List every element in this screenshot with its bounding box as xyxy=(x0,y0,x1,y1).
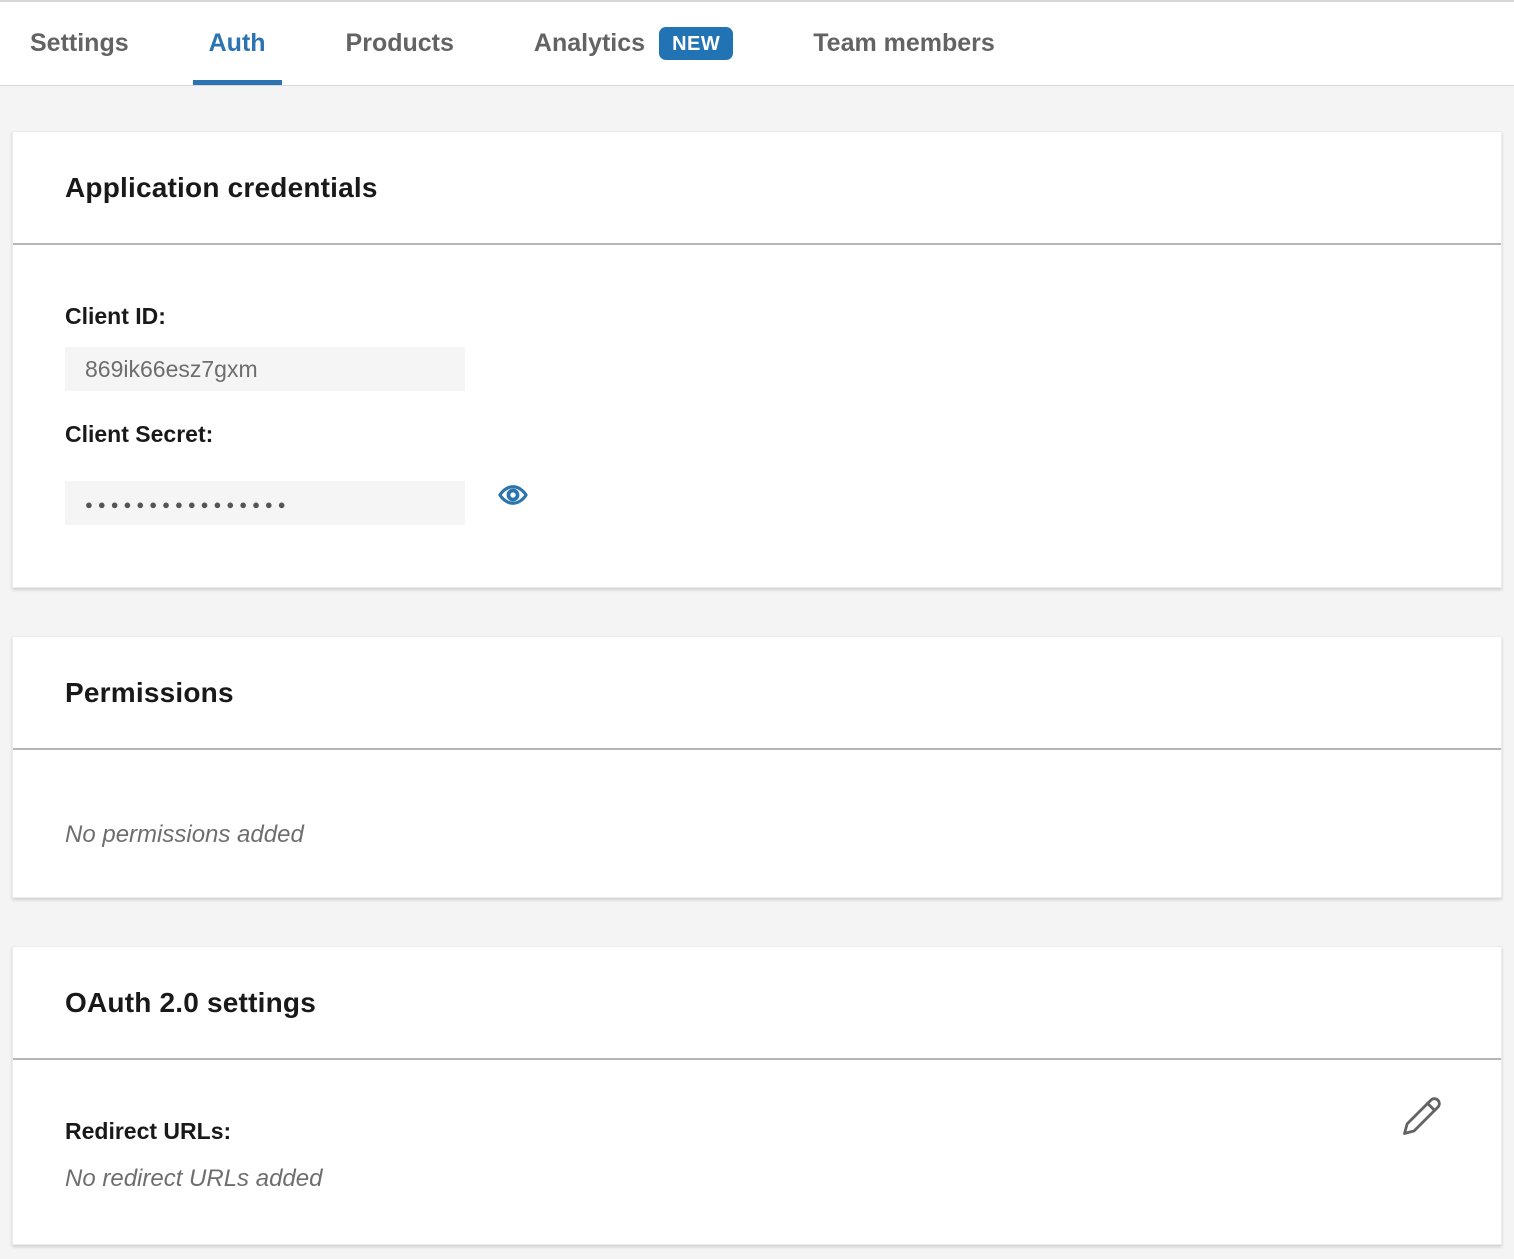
application-credentials-title: Application credentials xyxy=(65,172,378,204)
client-secret-row: ●●●●●●●●●●●●●●●● xyxy=(65,465,1449,525)
redirect-urls-empty-text: No redirect URLs added xyxy=(65,1164,1449,1194)
client-secret-field[interactable]: ●●●●●●●●●●●●●●●● xyxy=(65,481,465,525)
tab-settings-label: Settings xyxy=(30,29,129,58)
edit-redirect-urls-button[interactable] xyxy=(1401,1094,1443,1138)
tab-products[interactable]: Products xyxy=(346,2,454,85)
client-id-label: Client ID: xyxy=(65,301,1449,331)
main-content: Application credentials Client ID: 869ik… xyxy=(0,86,1514,1259)
tab-team-members-label: Team members xyxy=(813,29,995,58)
tab-products-label: Products xyxy=(346,29,454,58)
redirect-urls-label: Redirect URLs: xyxy=(65,1116,1449,1146)
oauth-settings-body: Redirect URLs: No redirect URLs added xyxy=(13,1060,1501,1244)
permissions-body: No permissions added xyxy=(13,750,1501,897)
tab-analytics-label: Analytics xyxy=(534,29,645,58)
permissions-header: Permissions xyxy=(13,637,1501,750)
client-secret-label: Client Secret: xyxy=(65,419,1449,449)
tab-bar: Settings Auth Products Analytics NEW Tea… xyxy=(0,0,1514,86)
tab-auth-label: Auth xyxy=(209,29,266,58)
tab-team-members[interactable]: Team members xyxy=(813,2,995,85)
permissions-title: Permissions xyxy=(65,677,234,709)
new-badge: NEW xyxy=(659,27,733,60)
pencil-icon xyxy=(1401,1094,1443,1138)
oauth-settings-card: OAuth 2.0 settings Redirect URLs: No red… xyxy=(12,946,1502,1245)
application-credentials-header: Application credentials xyxy=(13,132,1501,245)
application-credentials-card: Application credentials Client ID: 869ik… xyxy=(12,131,1502,588)
permissions-card: Permissions No permissions added xyxy=(12,636,1502,898)
tab-auth[interactable]: Auth xyxy=(209,2,266,85)
oauth-settings-header: OAuth 2.0 settings xyxy=(13,947,1501,1060)
tab-settings[interactable]: Settings xyxy=(30,2,129,85)
client-id-field[interactable]: 869ik66esz7gxm xyxy=(65,347,465,391)
permissions-empty-text: No permissions added xyxy=(65,820,1449,850)
tab-analytics[interactable]: Analytics NEW xyxy=(534,2,733,85)
client-secret-masked-value: ●●●●●●●●●●●●●●●● xyxy=(85,496,291,511)
reveal-secret-button[interactable] xyxy=(497,479,529,511)
application-credentials-body: Client ID: 869ik66esz7gxm Client Secret:… xyxy=(13,245,1501,587)
oauth-settings-title: OAuth 2.0 settings xyxy=(65,987,316,1019)
client-id-value: 869ik66esz7gxm xyxy=(85,356,258,383)
eye-icon xyxy=(497,479,529,511)
